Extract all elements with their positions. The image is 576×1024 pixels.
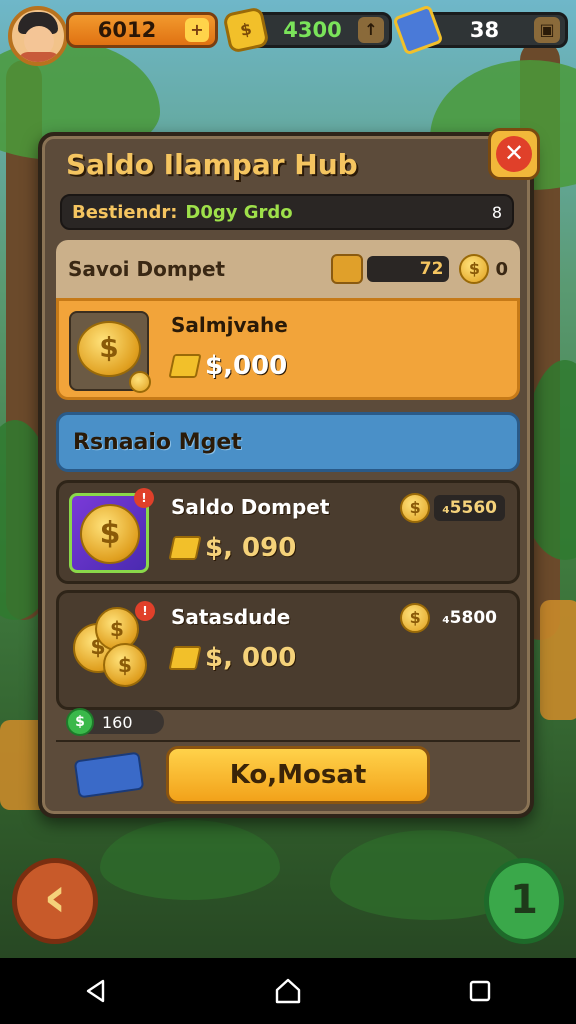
- next-button[interactable]: 1: [484, 858, 564, 944]
- nav-back-icon[interactable]: [76, 971, 116, 1011]
- divider: [56, 740, 520, 742]
- offer-amount-row: $, 090: [168, 533, 297, 563]
- nav-recents-icon[interactable]: [460, 971, 500, 1011]
- section-header: Savoi Dompet 72 $ 0: [56, 240, 520, 298]
- system-nav-bar: [0, 958, 576, 1024]
- gold-add-button[interactable]: ↑: [358, 17, 384, 43]
- gold-bar-icon: [168, 354, 202, 378]
- coin-pile-thumbnail: $ $ $ !: [69, 601, 155, 687]
- gold-bar-icon: [168, 536, 202, 560]
- confirm-button[interactable]: Ko,Mosat: [166, 746, 430, 804]
- info-bar: Bestiendr: D0gy Grdo 8: [60, 194, 514, 230]
- player-avatar[interactable]: [8, 6, 68, 66]
- close-button[interactable]: ✕: [488, 128, 540, 180]
- section-label: Savoi Dompet: [68, 257, 226, 281]
- info-value: D0gy Grdo: [185, 201, 293, 223]
- top-hud: 6012 + $ 4300 ↑ 38 ▣: [8, 4, 568, 66]
- level-counter: 6012 +: [66, 12, 218, 48]
- offer-card-selected[interactable]: $ Salmjvahe $,000: [56, 298, 520, 400]
- coin-icon: $: [80, 504, 140, 564]
- gem-add-button[interactable]: ▣: [534, 17, 560, 43]
- nav-home-icon[interactable]: [268, 971, 308, 1011]
- panel-title: Saldo Ilampar Hub: [66, 148, 358, 181]
- alert-badge-icon: !: [135, 601, 155, 621]
- section-banner: Rsnaaio Mget: [56, 412, 520, 472]
- offer-amount-row: $,000: [168, 351, 288, 381]
- coin-thumbnail: $ !: [69, 488, 154, 573]
- offer-price: $ ₄5560: [400, 493, 505, 523]
- wallet-panel: Saldo Ilampar Hub ✕ Bestiendr: D0gy Grdo…: [38, 128, 540, 818]
- panel-footer: $ 160 Ko,Mosat: [56, 708, 520, 806]
- banner-label: Rsnaaio Mget: [73, 429, 242, 455]
- info-label: Bestiendr:: [72, 201, 178, 223]
- stat-value: 160: [102, 712, 133, 732]
- coin-icon: $: [459, 254, 490, 284]
- offer-name: Satasdude: [171, 605, 291, 629]
- offer-price-value: ₄5560: [434, 495, 505, 521]
- offer-price-value: ₄5800: [442, 608, 497, 628]
- coin-stack-icon: $: [77, 321, 141, 377]
- coin-icon: $: [400, 493, 431, 523]
- level-value: 6012: [97, 18, 157, 42]
- green-coin-icon: $: [66, 708, 94, 736]
- offer-amount: $, 000: [205, 643, 297, 673]
- offer-amount: $,000: [205, 351, 288, 381]
- alert-badge-icon: !: [134, 488, 154, 508]
- coin-icon: $: [400, 603, 431, 633]
- offer-name: Salmjvahe: [171, 313, 288, 337]
- stat-pill: $ 160: [66, 708, 164, 736]
- level-plus-button[interactable]: +: [185, 18, 209, 42]
- gold-bar-icon: [168, 646, 202, 670]
- coin-icon: $: [103, 643, 147, 687]
- offer-amount: $, 090: [205, 533, 297, 563]
- coin-stack-icon: [331, 254, 364, 284]
- small-coin-icon: [129, 371, 151, 393]
- back-button[interactable]: ‹: [12, 858, 98, 944]
- section-zero: 0: [495, 258, 508, 280]
- section-bar-value: 72: [367, 256, 450, 282]
- close-icon: ✕: [496, 136, 532, 172]
- offer-price: $ ₄5800: [400, 603, 505, 633]
- offer-card[interactable]: $ $ $ ! Satasdude $, 000 $ ₄5800: [56, 590, 520, 710]
- offer-name: Saldo Dompet: [171, 495, 330, 519]
- offer-card[interactable]: $ ! Saldo Dompet $, 090 $ ₄5560: [56, 480, 520, 584]
- ticket-icon: [73, 751, 145, 799]
- offer-amount-row: $, 000: [168, 643, 297, 673]
- coin-pile-thumbnail: $: [69, 311, 151, 393]
- info-count: 8: [491, 202, 502, 222]
